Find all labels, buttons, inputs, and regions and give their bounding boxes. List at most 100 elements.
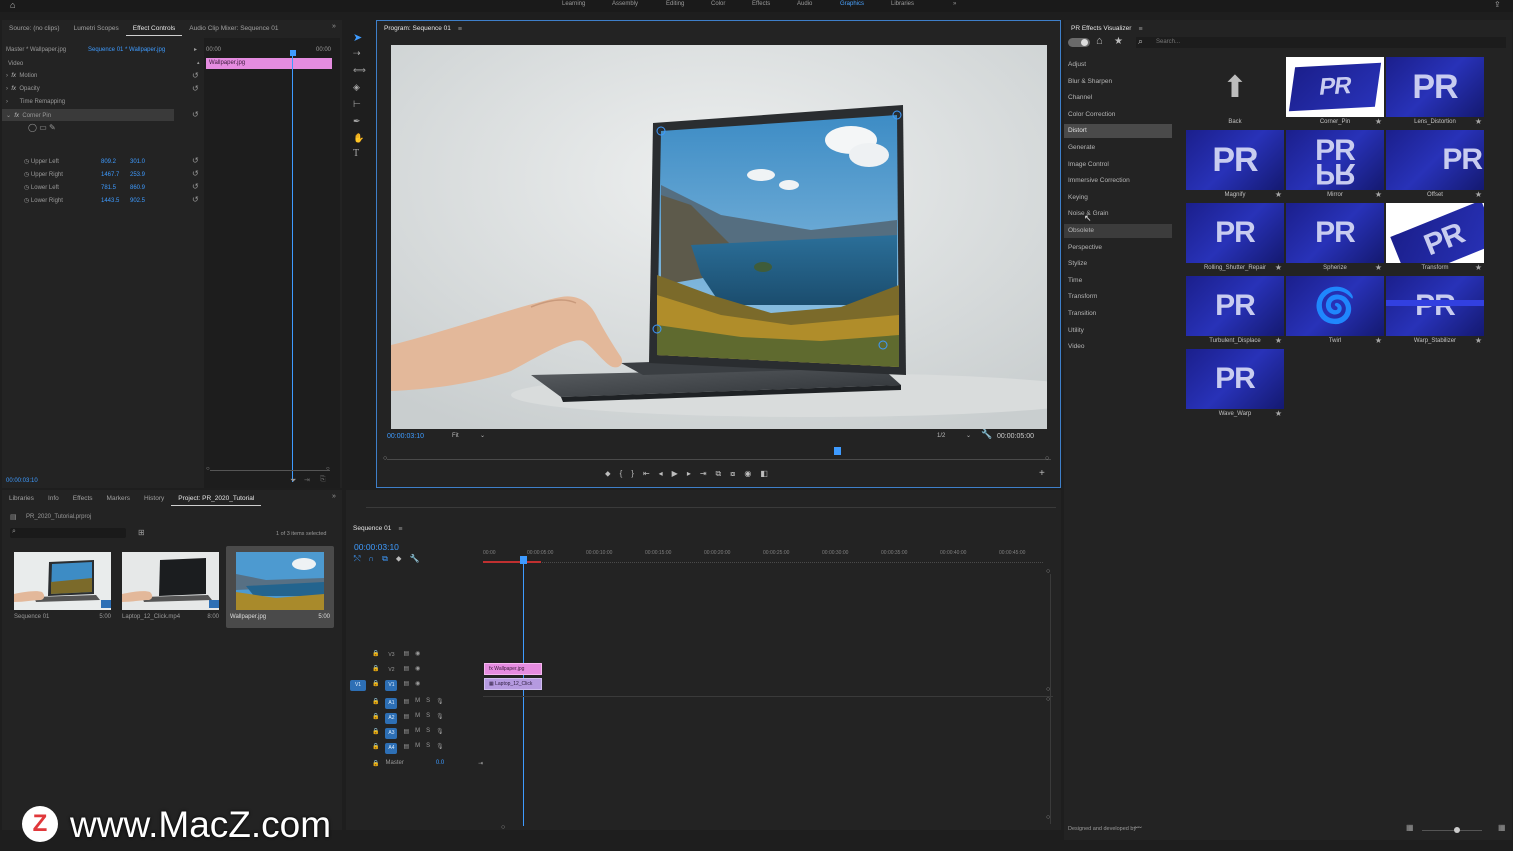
solo-icon[interactable]: S — [426, 743, 430, 754]
rectangle-mask-icon[interactable]: ▭ — [39, 123, 47, 132]
favorite-star-icon[interactable]: ★ — [1275, 336, 1282, 345]
category-image-control[interactable]: Image Control — [1064, 158, 1172, 172]
effect-tile-wave-warp[interactable]: PR Wave_Warp ★ — [1186, 349, 1284, 419]
go-to-in-icon[interactable]: ⇤ — [643, 469, 650, 481]
sync-lock-icon[interactable]: ▤ — [403, 698, 409, 709]
zoom-handle[interactable]: ○ — [501, 824, 505, 831]
scrubber-start-handle[interactable]: ○ — [383, 455, 387, 462]
scrubber-end-handle[interactable]: ○ — [1045, 455, 1049, 462]
home-icon[interactable]: ⌂ — [10, 0, 15, 10]
tab-audio-clip-mixer[interactable]: Audio Clip Mixer: Sequence 01 — [182, 22, 285, 36]
project-item-laptop-clip[interactable]: Laptop_12_Click.mp4 8:00 — [122, 552, 219, 622]
disclosure-icon[interactable]: › — [6, 99, 8, 105]
param-value-y[interactable]: 902.5 — [130, 198, 145, 204]
tab-source[interactable]: Source: (no clips) — [2, 22, 67, 36]
lock-icon[interactable]: 🔒 — [372, 650, 379, 661]
project-item-wallpaper[interactable]: Wallpaper.jpg 5:00 — [226, 546, 334, 628]
fx-icon[interactable]: fx — [11, 73, 16, 79]
effect-tile-corner-pin[interactable]: PR Corner_Pin ★ — [1286, 57, 1384, 127]
selection-tool-icon[interactable]: ➤ — [353, 31, 362, 44]
track-label[interactable]: V1 — [385, 680, 398, 691]
time-ruler[interactable]: 00:00 00:00:05:00 00:00:10:00 00:00:15:0… — [483, 548, 1043, 568]
category-stylize[interactable]: Stylize — [1064, 257, 1172, 271]
track-label[interactable]: A2 — [385, 713, 398, 724]
category-perspective[interactable]: Perspective — [1064, 241, 1172, 255]
video-frame[interactable] — [391, 45, 1047, 429]
param-value-x[interactable]: 1443.5 — [101, 198, 119, 204]
tab-libraries[interactable]: Libraries — [2, 492, 41, 506]
linked-selection-icon[interactable]: ⧉ — [382, 554, 388, 564]
mic-icon[interactable]: 🎙 — [436, 713, 444, 724]
mute-icon[interactable]: M — [415, 698, 420, 709]
add-button-icon[interactable]: + — [1039, 468, 1045, 479]
slip-tool-icon[interactable]: ⊢ — [353, 99, 361, 110]
effect-tile-mirror[interactable]: PR PR Mirror ★ — [1286, 130, 1384, 200]
grid-small-icon[interactable]: ▦ — [1406, 823, 1414, 832]
reset-icon[interactable]: ↺ — [192, 182, 199, 191]
track-label[interactable]: V2 — [385, 665, 397, 676]
favorite-star-icon[interactable]: ★ — [1475, 190, 1482, 199]
tab-lumetri-scopes[interactable]: Lumetri Scopes — [67, 22, 126, 36]
sync-lock-icon[interactable]: ▤ — [403, 743, 409, 754]
panel-menu-icon[interactable]: ≡ — [458, 26, 462, 33]
workspace-color[interactable]: Color — [711, 1, 725, 7]
sync-lock-icon[interactable]: ▤ — [403, 650, 409, 661]
tab-pr-effects-visualizer[interactable]: PR Effects Visualizer — [1064, 22, 1138, 36]
param-value-x[interactable]: 1467.7 — [101, 172, 119, 178]
solo-icon[interactable]: S — [426, 728, 430, 739]
effect-corner-pin[interactable]: ⌄ fx Corner Pin — [6, 112, 51, 119]
program-playhead[interactable] — [834, 447, 841, 455]
favorite-star-icon[interactable]: ★ — [1475, 336, 1482, 345]
favorite-star-icon[interactable]: ★ — [1275, 190, 1282, 199]
scroll-handle-bottom[interactable]: ○ — [1046, 814, 1050, 821]
step-back-icon[interactable]: ◂ — [659, 469, 663, 481]
effect-tile-warp-stabilizer[interactable]: PR Warp_Stabilizer ★ — [1386, 276, 1484, 346]
export-frame-icon[interactable]: ⎘ — [320, 476, 326, 484]
pen-mask-icon[interactable]: ✎ — [49, 123, 56, 132]
mic-icon[interactable]: 🎙 — [436, 698, 444, 709]
share-icon[interactable]: ⇪ — [1494, 0, 1501, 9]
tab-project[interactable]: Project: PR_2020_Tutorial — [171, 492, 262, 506]
comparison-view-icon[interactable]: ◧ — [760, 469, 768, 481]
effect-tile-twirl[interactable]: 🌀 Twirl ★ — [1286, 276, 1384, 346]
playhead-handle[interactable] — [290, 50, 296, 56]
category-adjust[interactable]: Adjust — [1064, 58, 1172, 72]
param-value-y[interactable]: 253.9 — [130, 172, 145, 178]
param-value-x[interactable]: 781.5 — [101, 185, 116, 191]
lock-icon[interactable]: 🔒 — [372, 728, 379, 739]
eye-icon[interactable]: ◉ — [415, 680, 420, 691]
favorite-star-icon[interactable]: ★ — [1475, 117, 1482, 126]
lock-icon[interactable]: 🔒 — [372, 665, 379, 676]
param-value-y[interactable]: 860.9 — [130, 185, 145, 191]
category-blur-sharpen[interactable]: Blur & Sharpen — [1064, 75, 1172, 89]
sync-lock-icon[interactable]: ▤ — [403, 713, 409, 724]
category-transform[interactable]: Transform — [1064, 290, 1172, 304]
panel-menu-icon[interactable]: ≡ — [1138, 26, 1142, 33]
timeline-timecode[interactable]: 00:00:03:10 — [354, 542, 399, 552]
favorite-star-icon[interactable]: ★ — [1275, 409, 1282, 418]
step-forward-icon[interactable]: ▸ — [687, 469, 691, 481]
add-marker-icon[interactable]: ⬥ — [605, 469, 611, 481]
eye-icon[interactable]: ◉ — [415, 650, 420, 661]
track-label[interactable]: A4 — [385, 743, 398, 754]
tab-info[interactable]: Info — [41, 492, 66, 506]
lock-icon[interactable]: 🔒 — [372, 713, 379, 724]
ec-timecode-bottom[interactable]: 00:00:03:10 — [6, 478, 38, 484]
nest-icon[interactable]: ⤲ — [354, 554, 360, 564]
zoom-handle-right[interactable]: ○ — [326, 466, 330, 472]
sync-lock-icon[interactable]: ▤ — [403, 680, 409, 691]
go-to-end-icon[interactable]: ⇥ — [478, 760, 483, 767]
zoom-handle-left[interactable]: ○ — [206, 466, 210, 472]
tab-sequence[interactable]: Sequence 01 — [346, 522, 398, 536]
sync-lock-icon[interactable]: ▤ — [403, 665, 409, 676]
slider-knob[interactable] — [1454, 827, 1460, 833]
lock-icon[interactable]: 🔒 — [372, 680, 379, 691]
project-item-sequence[interactable]: Sequence 01 5:00 — [14, 552, 111, 622]
wrench-icon[interactable]: 🔧 — [981, 429, 992, 440]
effect-tile-magnify[interactable]: PR Magnify ★ — [1186, 130, 1284, 200]
category-video[interactable]: Video — [1064, 340, 1172, 354]
mic-icon[interactable]: 🎙 — [436, 728, 444, 739]
category-transition[interactable]: Transition — [1064, 307, 1172, 321]
source-patch-v1[interactable]: V1 — [350, 680, 366, 691]
tab-markers[interactable]: Markers — [100, 492, 137, 506]
